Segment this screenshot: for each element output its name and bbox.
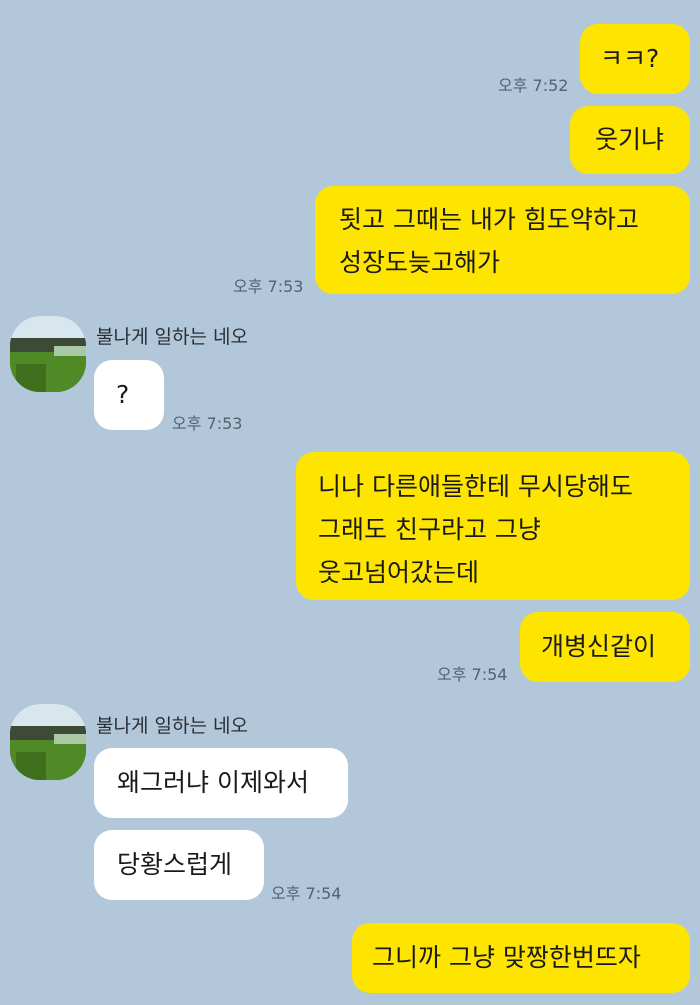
contact-name: 불나게 일하는 네오 xyxy=(96,715,248,737)
message-text: 니나 다른애들한테 무시당해도 xyxy=(318,472,633,501)
message-text: 성장도늦고해가 xyxy=(339,248,501,277)
message-timestamp: 오후 7:52 xyxy=(498,76,569,95)
my-message-bubble[interactable]: 웃기냐 xyxy=(570,106,690,174)
contact-name: 불나게 일하는 네오 xyxy=(96,326,248,348)
contact-avatar[interactable] xyxy=(10,704,86,780)
message-text: ㅋㅋ? xyxy=(600,44,660,73)
message-timestamp: 오후 7:54 xyxy=(271,884,342,903)
message-text: 웃고넘어갔는데 xyxy=(318,558,480,587)
message-text: 웃기냐 xyxy=(595,125,665,154)
their-message-bubble[interactable]: 당황스럽게 xyxy=(94,830,264,900)
message-text: 왜그러냐 이제와서 xyxy=(117,768,309,797)
message-text: 당황스럽게 xyxy=(117,850,233,879)
their-message-bubble[interactable]: ? xyxy=(94,360,164,430)
message-text: ? xyxy=(116,380,130,409)
message-timestamp: 오후 7:53 xyxy=(233,277,304,296)
message-text: 그래도 친구라고 그냥 xyxy=(318,515,541,544)
message-text: 됫고 그때는 내가 힘도약하고 xyxy=(339,205,639,234)
message-timestamp: 오후 7:54 xyxy=(437,665,508,684)
message-timestamp: 오후 7:53 xyxy=(172,414,243,433)
my-message-bubble[interactable]: 그니까 그냥 맞짱한번뜨자 xyxy=(352,923,690,993)
my-message-bubble[interactable]: 됫고 그때는 내가 힘도약하고 성장도늦고해가 xyxy=(315,186,690,294)
message-text: 개병신같이 xyxy=(541,632,657,661)
my-message-bubble[interactable]: 니나 다른애들한테 무시당해도 그래도 친구라고 그냥 웃고넘어갔는데 xyxy=(296,452,690,600)
contact-avatar[interactable] xyxy=(10,316,86,392)
my-message-bubble[interactable]: 개병신같이 xyxy=(520,612,690,682)
their-message-bubble[interactable]: 왜그러냐 이제와서 xyxy=(94,748,348,818)
my-message-bubble[interactable]: ㅋㅋ? xyxy=(580,24,690,94)
message-text: 그니까 그냥 맞짱한번뜨자 xyxy=(372,943,641,972)
